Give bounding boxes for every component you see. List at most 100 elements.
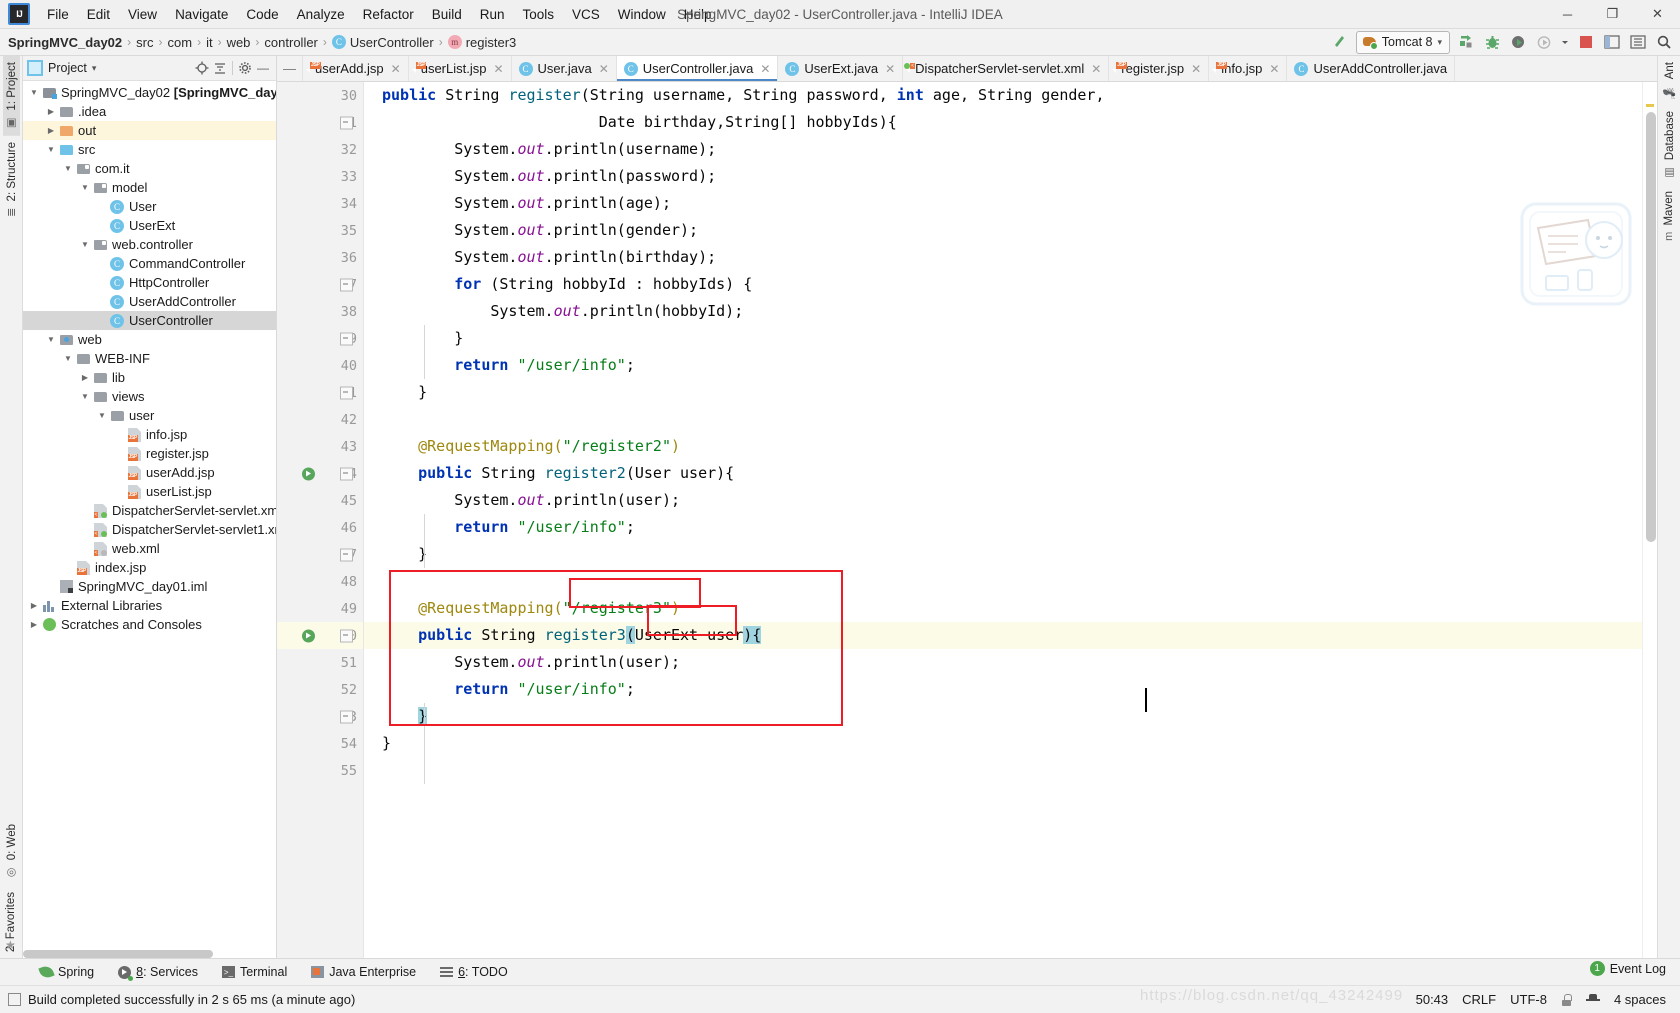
tree-node-web-xml[interactable]: <web.xml: [23, 539, 276, 558]
gutter-line-36[interactable]: 36: [277, 244, 363, 271]
gutter-line-52[interactable]: 52: [277, 676, 363, 703]
tree-node-scratches-and-consoles[interactable]: ▶Scratches and Consoles: [23, 615, 276, 634]
code-line-47[interactable]: }: [364, 541, 1642, 568]
code-line-32[interactable]: System.out.println(username);: [364, 136, 1642, 163]
code-fold-icon[interactable]: [340, 548, 353, 561]
tree-node-commandcontroller[interactable]: CCommandController: [23, 254, 276, 273]
gutter-line-45[interactable]: 45: [277, 487, 363, 514]
tree-expand-arrow[interactable]: ▶: [78, 373, 92, 382]
code-line-30[interactable]: public String register(String username, …: [364, 82, 1642, 109]
breadcrumb-method[interactable]: m register3: [448, 35, 517, 50]
sidebar-item-web[interactable]: ◎ 0: Web: [3, 818, 20, 885]
code-line-31[interactable]: Date birthday,String[] hobbyIds){: [364, 109, 1642, 136]
tree-expand-arrow[interactable]: ▶: [27, 601, 41, 610]
editor-tab-info-jsp[interactable]: JSPinfo.jsp✕: [1209, 56, 1287, 81]
menu-item-window[interactable]: Window: [609, 4, 675, 25]
code-line-41[interactable]: }: [364, 379, 1642, 406]
breadcrumb-src[interactable]: src: [136, 35, 153, 50]
minimize-button[interactable]: ─: [1545, 0, 1590, 28]
breadcrumb-project[interactable]: SpringMVC_day02: [8, 35, 122, 50]
menu-item-refactor[interactable]: Refactor: [354, 4, 423, 25]
code-line-53[interactable]: }: [364, 703, 1642, 730]
warning-marker[interactable]: [1646, 104, 1654, 107]
code-fold-icon[interactable]: [340, 116, 353, 129]
tree-node-web-inf[interactable]: ▼WEB-INF: [23, 349, 276, 368]
gutter-line-31[interactable]: 31: [277, 109, 363, 136]
tool-window-terminal[interactable]: >_ Terminal: [210, 963, 299, 981]
close-icon[interactable]: ✕: [599, 62, 609, 76]
breadcrumb-controller[interactable]: controller: [264, 35, 317, 50]
tree-node-com-it[interactable]: ▼com.it: [23, 159, 276, 178]
close-icon[interactable]: ✕: [760, 62, 770, 76]
tree-node-springmvc-day01-iml[interactable]: SpringMVC_day01.iml: [23, 577, 276, 596]
code-line-46[interactable]: return "/user/info";: [364, 514, 1642, 541]
run-configuration-selector[interactable]: Tomcat 8 ▾: [1356, 31, 1450, 54]
tree-node-usercontroller[interactable]: CUserController: [23, 311, 276, 330]
code-fold-icon[interactable]: [340, 278, 353, 291]
gear-icon[interactable]: [236, 59, 254, 77]
gutter-line-33[interactable]: 33: [277, 163, 363, 190]
gutter-line-49[interactable]: 49: [277, 595, 363, 622]
editor-tab-useradd-jsp[interactable]: JSPuserAdd.jsp✕: [303, 56, 409, 81]
code-line-40[interactable]: return "/user/info";: [364, 352, 1642, 379]
tree-node-index-jsp[interactable]: JSPindex.jsp: [23, 558, 276, 577]
tree-node-out[interactable]: ▶out: [23, 121, 276, 140]
gutter-line-43[interactable]: 43: [277, 433, 363, 460]
event-log-button[interactable]: 1 Event Log: [1590, 961, 1666, 976]
code-line-44[interactable]: public String register2(User user){: [364, 460, 1642, 487]
menu-item-file[interactable]: File: [38, 4, 78, 25]
hector-icon[interactable]: [1586, 994, 1600, 1006]
code-line-49[interactable]: @RequestMapping("/register3"): [364, 595, 1642, 622]
run-gutter-icon[interactable]: [302, 467, 315, 480]
close-icon[interactable]: ✕: [885, 62, 895, 76]
code-line-36[interactable]: System.out.println(birthday);: [364, 244, 1642, 271]
line-separator[interactable]: CRLF: [1462, 992, 1496, 1007]
tree-node-userlist-jsp[interactable]: JSPuserList.jsp: [23, 482, 276, 501]
gutter-line-34[interactable]: 34: [277, 190, 363, 217]
build-icon[interactable]: [1330, 32, 1350, 52]
collapse-all-icon[interactable]: [211, 59, 229, 77]
tree-expand-arrow[interactable]: ▼: [44, 335, 58, 344]
code-line-51[interactable]: System.out.println(user);: [364, 649, 1642, 676]
close-icon[interactable]: ✕: [1269, 62, 1279, 76]
code-area[interactable]: public String register(String username, …: [364, 82, 1642, 958]
menu-item-tools[interactable]: Tools: [514, 4, 564, 25]
indent-setting[interactable]: 4 spaces: [1614, 992, 1666, 1007]
sidebar-item-project[interactable]: ▣ 1: Project: [3, 56, 20, 136]
tree-node-register-jsp[interactable]: JSPregister.jsp: [23, 444, 276, 463]
menu-item-vcs[interactable]: VCS: [563, 4, 609, 25]
breadcrumb-it[interactable]: it: [206, 35, 213, 50]
gutter-line-40[interactable]: 40: [277, 352, 363, 379]
tree-node-httpcontroller[interactable]: CHttpController: [23, 273, 276, 292]
menu-item-edit[interactable]: Edit: [78, 4, 119, 25]
code-line-38[interactable]: System.out.println(hobbyId);: [364, 298, 1642, 325]
editor-vertical-scrollbar[interactable]: [1646, 112, 1656, 542]
tree-node--idea[interactable]: ▶.idea: [23, 102, 276, 121]
gutter-line-37[interactable]: 37: [277, 271, 363, 298]
gutter-line-38[interactable]: 38: [277, 298, 363, 325]
gutter-line-42[interactable]: 42: [277, 406, 363, 433]
tree-expand-arrow[interactable]: ▼: [44, 145, 58, 154]
code-line-50[interactable]: public String register3(UserExt user){: [364, 622, 1642, 649]
code-line-34[interactable]: System.out.println(age);: [364, 190, 1642, 217]
unlocked-icon[interactable]: [1561, 994, 1572, 1006]
tree-expand-arrow[interactable]: ▼: [78, 183, 92, 192]
tree-node-src[interactable]: ▼src: [23, 140, 276, 159]
menu-item-run[interactable]: Run: [471, 4, 514, 25]
run-coverage-icon[interactable]: [1508, 32, 1528, 52]
file-encoding[interactable]: UTF-8: [1510, 992, 1547, 1007]
menu-item-analyze[interactable]: Analyze: [288, 4, 354, 25]
menu-item-code[interactable]: Code: [237, 4, 287, 25]
maximize-button[interactable]: ❐: [1590, 0, 1635, 28]
editor-gutter[interactable]: 3031323334353637383940414243444546474849…: [277, 82, 364, 958]
tool-window-services[interactable]: 8: Services: [106, 963, 210, 981]
code-line-42[interactable]: [364, 406, 1642, 433]
code-fold-icon[interactable]: [340, 467, 353, 480]
tree-node-user[interactable]: ▼user: [23, 406, 276, 425]
tree-expand-arrow[interactable]: ▶: [44, 107, 58, 116]
tree-node-useraddcontroller[interactable]: CUserAddController: [23, 292, 276, 311]
menu-item-help[interactable]: Help: [675, 4, 721, 25]
tree-node-web[interactable]: ▼web: [23, 330, 276, 349]
horizontal-scrollbar[interactable]: [23, 950, 213, 958]
hide-tabs-button[interactable]: —: [277, 56, 303, 81]
